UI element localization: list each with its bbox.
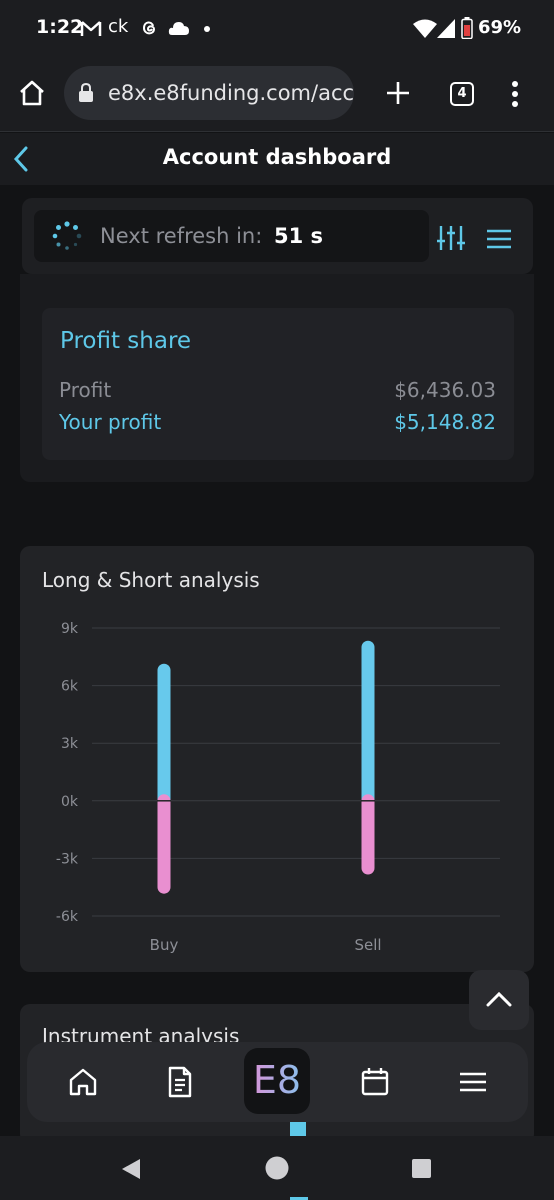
profit-label: Profit — [59, 378, 112, 402]
home-icon[interactable] — [63, 1062, 103, 1102]
menu-icon[interactable] — [486, 229, 512, 249]
profit-value: $6,436.03 — [394, 378, 496, 402]
menu-icon[interactable] — [453, 1062, 493, 1102]
status-time: 1:22 — [36, 16, 84, 38]
calendar-icon[interactable] — [355, 1062, 395, 1102]
ck-notification: ck — [108, 16, 129, 37]
page-title: Account dashboard — [162, 145, 392, 169]
cloud-icon — [168, 22, 189, 35]
url-text: e8x.e8funding.com/acco — [108, 81, 354, 105]
filter-sliders-icon[interactable] — [436, 224, 466, 252]
y-tick-label: 0k — [61, 794, 79, 810]
profit-share-title: Profit share — [60, 328, 192, 354]
lock-icon — [79, 83, 93, 102]
long-short-analysis-card: Long & Short analysis 9k 6k 3k 0k -3k -6k Buy S… — [20, 546, 534, 972]
battery-icon — [461, 17, 473, 39]
recents-square-icon[interactable] — [411, 1158, 432, 1179]
refresh-label: Next refresh in: — [100, 224, 263, 248]
refresh-value: 51 s — [274, 224, 324, 248]
y-tick-label: 3k — [61, 736, 79, 752]
refresh-bar: Next refresh in: 51 s — [22, 198, 533, 274]
profit-share-card: Profit share Profit $6,436.03 Your profi… — [42, 308, 514, 460]
battery-level: 69% — [478, 17, 522, 38]
scroll-to-top-button[interactable] — [469, 970, 529, 1030]
signal-icon — [437, 19, 455, 38]
dot-icon — [204, 26, 210, 32]
y-tick-label: 9k — [61, 621, 79, 637]
gmail-icon — [80, 21, 102, 36]
e8-logo-text: E8 — [244, 1058, 310, 1102]
your-profit-label: Your profit — [59, 410, 162, 434]
status-bar: 1:22 ck 69% — [0, 0, 554, 56]
document-icon[interactable] — [160, 1062, 200, 1102]
x-tick-label: Sell — [354, 936, 381, 954]
url-bar[interactable]: e8x.e8funding.com/acco — [64, 66, 354, 120]
e8-logo-button[interactable]: E8 — [244, 1048, 310, 1114]
y-tick-label: -6k — [56, 909, 79, 925]
tab-switcher-button[interactable]: 4 — [450, 82, 474, 106]
new-tab-icon[interactable] — [386, 81, 410, 105]
your-profit-value: $5,148.82 — [394, 410, 496, 434]
y-tick-label: 6k — [61, 679, 79, 695]
android-navigation-bar — [0, 1136, 554, 1200]
bottom-navigation: E8 — [27, 1042, 528, 1122]
long-short-chart: 9k 6k 3k 0k -3k -6k Buy Sell — [56, 621, 500, 954]
browser-toolbar: e8x.e8funding.com/acco 4 — [0, 56, 554, 132]
y-tick-label: -3k — [56, 851, 79, 867]
chevron-up-icon — [486, 991, 512, 1007]
loading-spinner-icon — [52, 221, 82, 250]
more-options-icon[interactable] — [510, 80, 520, 108]
wifi-icon — [413, 19, 437, 38]
refresh-countdown: Next refresh in: 51 s — [34, 210, 429, 262]
threads-icon — [142, 21, 156, 35]
home-circle-icon[interactable] — [264, 1155, 290, 1181]
x-tick-label: Buy — [150, 936, 179, 954]
home-icon[interactable] — [18, 79, 46, 107]
back-triangle-icon[interactable] — [120, 1157, 142, 1181]
app-header: Account dashboard — [0, 133, 554, 185]
